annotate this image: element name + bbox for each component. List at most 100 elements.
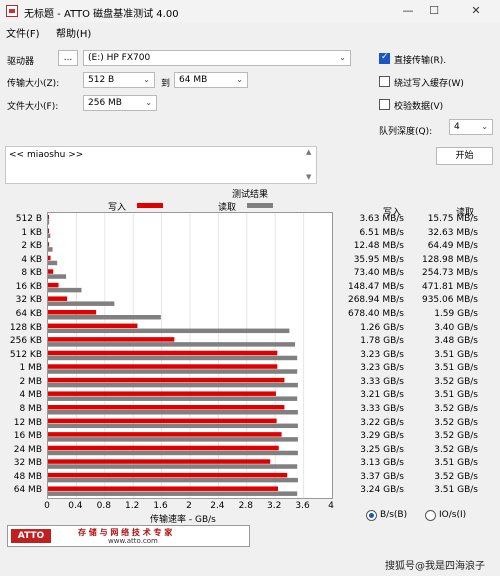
- axis-tick-label: 4: [328, 501, 334, 511]
- result-write: 148.47 MB/s: [347, 281, 404, 292]
- file-size-label: 文件大小(F):: [7, 102, 59, 112]
- bar-read: [48, 477, 298, 483]
- bar-read: [48, 247, 53, 252]
- result-read: 1.59 GB/s: [434, 309, 478, 319]
- bar-write: [48, 350, 278, 356]
- row-label: 48 MB: [13, 471, 42, 482]
- drive-label: 驱动器: [7, 57, 35, 67]
- chevron-down-icon: ⌄: [145, 98, 152, 107]
- row-label: 16 MB: [13, 431, 42, 442]
- banner-url: www.atto.com: [108, 537, 158, 545]
- axis-tick-label: 3.2: [267, 501, 282, 511]
- bytes-radio[interactable]: [366, 510, 377, 521]
- close-icon[interactable]: ✕: [468, 3, 484, 19]
- bar-read: [48, 342, 296, 347]
- bar-write: [48, 418, 277, 424]
- bar-read: [48, 220, 50, 225]
- row-label: 8 MB: [19, 404, 42, 414]
- bar-read: [48, 410, 298, 415]
- maximize-icon[interactable]: ☐: [426, 3, 442, 19]
- row-label: 128 KB: [9, 322, 42, 333]
- bar-read: [48, 450, 298, 456]
- drive-value: (E:) HP FX700: [88, 53, 151, 63]
- result-write: 3.37 GB/s: [360, 471, 404, 482]
- atto-banner[interactable]: ATTO 存 储 与 网 络 技 术 专 家 www.atto.com: [7, 525, 250, 547]
- transfer-size-label: 传输大小(Z):: [7, 79, 60, 89]
- bar-read: [48, 369, 298, 374]
- chart-svg: [48, 213, 305, 498]
- bar-read: [48, 233, 51, 239]
- bar-write: [48, 459, 271, 464]
- scroll-up-icon[interactable]: ▲: [306, 148, 311, 156]
- axis-label: 传输速率 - GB/s: [150, 515, 216, 525]
- result-read: 3.51 GB/s: [434, 349, 478, 360]
- menu-help[interactable]: 帮助(H): [56, 25, 91, 40]
- bar-read: [48, 382, 298, 388]
- row-label: 4 KB: [21, 254, 42, 265]
- bar-write: [48, 310, 97, 315]
- row-label: 24 MB: [13, 444, 42, 455]
- bar-read: [48, 491, 298, 496]
- scroll-down-icon[interactable]: ▼: [306, 173, 311, 181]
- bypass-cache-checkbox[interactable]: [379, 76, 390, 87]
- atto-logo: ATTO: [11, 529, 51, 543]
- direct-io-checkbox[interactable]: [379, 52, 390, 64]
- bar-read: [48, 274, 67, 279]
- result-write: 3.23 GB/s: [360, 363, 404, 374]
- bar-write: [48, 296, 68, 301]
- result-write: 73.40 MB/s: [353, 268, 404, 279]
- io-radio[interactable]: [425, 510, 436, 521]
- chart-plot-area: [47, 212, 333, 499]
- verify-checkbox[interactable]: [379, 99, 390, 110]
- start-button[interactable]: 开始: [436, 147, 493, 165]
- result-read: 32.63 MB/s: [427, 227, 478, 238]
- bar-read: [48, 437, 298, 442]
- queue-depth-select[interactable]: 4 ⌄: [449, 119, 493, 135]
- minimize-icon[interactable]: —: [400, 3, 416, 19]
- row-label: 2 KB: [21, 241, 42, 252]
- result-write: 3.22 GB/s: [360, 417, 404, 428]
- transfer-to-label: 到: [161, 79, 171, 89]
- axis-tick-label: 1.6: [153, 501, 168, 511]
- bar-write: [48, 432, 282, 437]
- bar-read: [48, 396, 298, 401]
- legend-write-swatch: [137, 203, 163, 208]
- menu-file[interactable]: 文件(F): [6, 25, 40, 40]
- row-label: 64 MB: [13, 485, 42, 496]
- result-write: 3.21 GB/s: [360, 390, 404, 401]
- result-read: 471.81 MB/s: [421, 281, 478, 292]
- row-label: 256 KB: [9, 336, 42, 347]
- axis-tick-label: 2.8: [238, 501, 253, 511]
- bar-write: [48, 242, 49, 247]
- file-size-select[interactable]: 256 MB ⌄: [83, 95, 157, 111]
- queue-depth-value: 4: [454, 122, 460, 132]
- transfer-from-select[interactable]: 512 B ⌄: [83, 72, 155, 88]
- result-write: 3.63 MB/s: [359, 214, 404, 224]
- bar-write: [48, 472, 288, 478]
- axis-tick-label: 0.4: [68, 501, 83, 511]
- result-read: 3.52 GB/s: [434, 431, 478, 442]
- chevron-down-icon: ⌄: [339, 53, 346, 62]
- queue-depth-label: 队列深度(Q):: [379, 127, 433, 137]
- axis-tick-label: 2: [186, 501, 192, 511]
- description-box[interactable]: << miaoshu >>: [5, 146, 317, 184]
- verify-label: 校验数据(V): [394, 102, 444, 112]
- bar-write: [48, 228, 49, 234]
- bar-write: [48, 215, 49, 220]
- browse-button[interactable]: ...: [58, 50, 78, 66]
- drive-select[interactable]: (E:) HP FX700 ⌄: [83, 50, 351, 66]
- transfer-from-value: 512 B: [88, 75, 115, 85]
- result-write: 1.78 GB/s: [360, 336, 404, 347]
- window-title: 无标题 - ATTO 磁盘基准测试 4.00: [24, 9, 179, 20]
- result-write: 3.33 GB/s: [360, 404, 404, 414]
- result-write: 268.94 MB/s: [347, 295, 404, 306]
- bar-write: [48, 391, 276, 396]
- result-write: 12.48 MB/s: [353, 241, 404, 252]
- description-text: << miaoshu >>: [9, 150, 84, 160]
- bar-read: [48, 328, 290, 334]
- row-label: 512 B: [15, 214, 42, 224]
- axis-tick-label: 3.6: [295, 501, 310, 511]
- transfer-to-select[interactable]: 64 MB ⌄: [174, 72, 248, 88]
- bar-write: [48, 364, 278, 369]
- bar-read: [48, 301, 115, 306]
